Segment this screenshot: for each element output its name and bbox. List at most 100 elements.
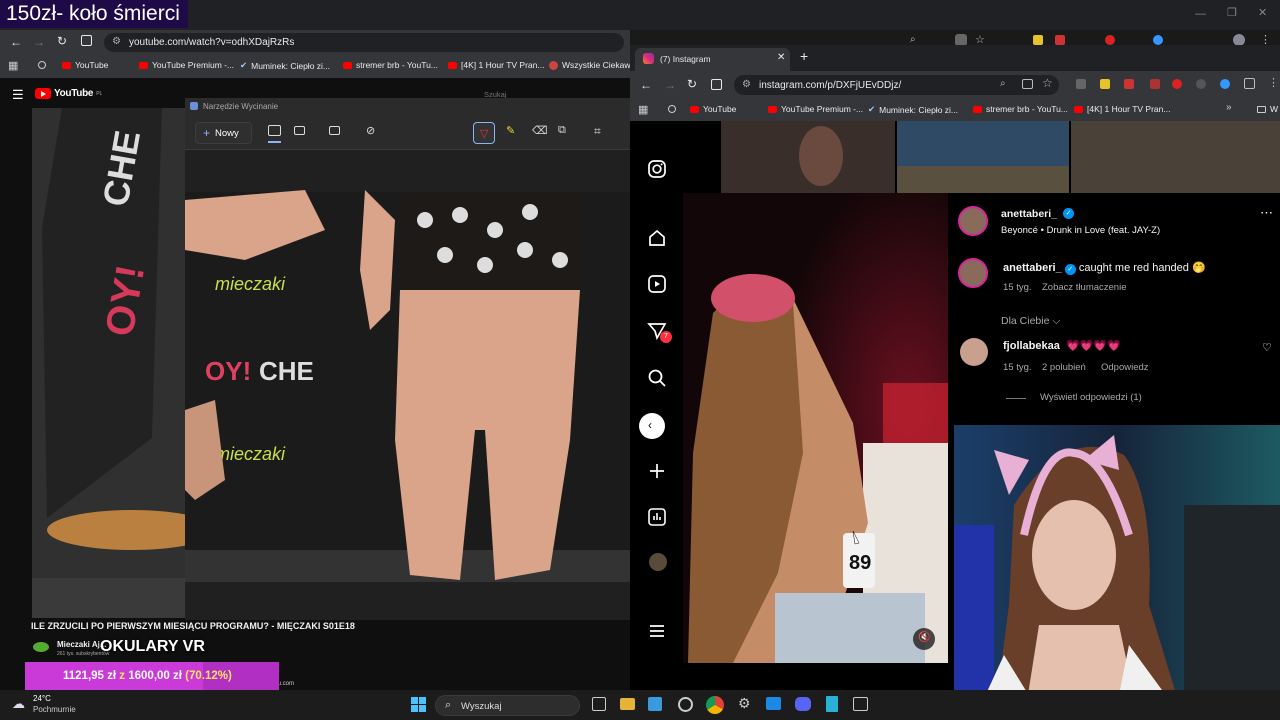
view-replies-link[interactable]: Wyświetl odpowiedzi (1): [1040, 392, 1142, 403]
reply-button[interactable]: Odpowiedz: [1101, 362, 1149, 373]
channel-avatar[interactable]: [33, 642, 49, 652]
extension-icon[interactable]: [1172, 79, 1182, 89]
comment-likes[interactable]: 2 polubień: [1042, 362, 1086, 373]
right-bookmark-folder[interactable]: W: [1257, 104, 1278, 114]
discord-icon[interactable]: [795, 697, 811, 711]
extension-icon[interactable]: [1150, 79, 1160, 89]
windows-start-icon[interactable]: [411, 697, 427, 713]
instagram-logo-icon[interactable]: [647, 159, 667, 179]
profile-avatar[interactable]: [649, 553, 667, 571]
reels-icon[interactable]: [647, 274, 667, 294]
youtube-logo[interactable]: YouTube PL: [35, 88, 102, 99]
author-avatar[interactable]: [958, 206, 988, 236]
left-bookmark-4k[interactable]: [4K] 1 Hour TV Pran...: [448, 60, 544, 70]
install-app-icon[interactable]: [1022, 79, 1033, 89]
extension-icon[interactable]: [1124, 79, 1134, 89]
menu-kebab-icon[interactable]: ⋮: [1268, 76, 1279, 89]
instagram-post-video[interactable]: 89 🔇: [683, 193, 948, 663]
audio-track[interactable]: Beyoncé • Drunk in Love (feat. JAY-Z): [1001, 225, 1160, 236]
eraser-icon[interactable]: ⌫: [532, 124, 548, 137]
site-info-icon[interactable]: ⚙: [112, 36, 121, 47]
search-icon[interactable]: [647, 368, 667, 388]
right-bookmark-premium[interactable]: YouTube Premium -...: [768, 104, 863, 114]
extension-icon[interactable]: [1100, 79, 1110, 89]
author-username[interactable]: anettaberi_: [1001, 208, 1057, 220]
right-bookmark-brb[interactable]: stremer brb - YouTu...: [973, 104, 1068, 114]
back-icon[interactable]: ←: [640, 78, 652, 92]
extension-icon[interactable]: [1105, 35, 1115, 45]
video-mode-icon[interactable]: [294, 126, 305, 135]
settings-gear-icon[interactable]: ⚙: [738, 695, 751, 712]
extension-icon[interactable]: [1153, 35, 1163, 45]
hamburger-menu-icon[interactable]: ☰: [12, 87, 24, 103]
comment-filter-dropdown[interactable]: Dla Ciebie ⌵: [1001, 315, 1060, 328]
notepad-icon[interactable]: [826, 696, 838, 712]
bookmark-favicon-icon[interactable]: [38, 61, 46, 69]
screenshot-mode-icon[interactable]: [268, 125, 281, 136]
task-view-icon[interactable]: [592, 697, 606, 711]
mute-button[interactable]: 🔇: [913, 628, 935, 650]
home-icon[interactable]: [647, 228, 667, 248]
create-icon[interactable]: [647, 461, 667, 481]
extensions-puzzle-icon[interactable]: [1244, 78, 1255, 89]
close-tab-icon[interactable]: ✕: [777, 52, 785, 63]
left-bookmark-brb[interactable]: stremer brb - YouTu...: [343, 60, 438, 70]
taskbar-search-box[interactable]: ⌕ Wyszukaj: [435, 695, 580, 716]
maximize-icon[interactable]: ❐: [1227, 6, 1237, 19]
extension-icon[interactable]: [1196, 79, 1206, 89]
tab-instagram[interactable]: (7) Instagram ✕: [635, 48, 790, 71]
shapes-icon[interactable]: ⧉: [558, 124, 566, 137]
site-info-icon[interactable]: ⚙: [742, 79, 751, 90]
store-icon[interactable]: [648, 697, 662, 711]
new-tab-icon[interactable]: +: [800, 48, 808, 64]
right-bookmark-muminek[interactable]: ✔ Muminek: Ciepło zi...: [868, 104, 958, 115]
left-bookmark-premium[interactable]: YouTube Premium -...: [139, 60, 234, 70]
delay-dropdown-icon[interactable]: ⊘: [366, 124, 375, 137]
dashboard-icon[interactable]: [647, 507, 667, 527]
snipping-tool-taskbar-icon[interactable]: [853, 697, 868, 711]
new-snip-button[interactable]: + Nowy: [195, 122, 252, 144]
obs-icon[interactable]: [678, 697, 693, 712]
right-address-bar[interactable]: ⚙ instagram.com/p/DXFjUEvDDjz/: [734, 75, 1059, 95]
back-icon[interactable]: ←: [10, 35, 22, 49]
forward-icon[interactable]: →: [33, 35, 45, 49]
left-bookmark-youtube[interactable]: YouTube: [62, 60, 108, 70]
close-window-icon[interactable]: ✕: [1258, 6, 1267, 19]
snip-shape-dropdown-icon[interactable]: [329, 126, 340, 135]
left-address-bar[interactable]: ⚙ youtube.com/watch?v=odhXDajRzRs: [104, 33, 624, 52]
reload-icon[interactable]: ↻: [57, 34, 67, 48]
pen-tool-button[interactable]: ▽: [473, 122, 495, 144]
left-bookmark-ciekawe[interactable]: Wszystkie Ciekawe...: [549, 60, 642, 70]
chrome-icon[interactable]: [706, 696, 724, 714]
bookmark-favicon-icon[interactable]: [668, 105, 676, 113]
zoom-icon[interactable]: ⌕: [910, 34, 916, 45]
extension-icon[interactable]: [1055, 35, 1065, 45]
reload-icon[interactable]: ↻: [687, 77, 697, 91]
zoom-icon[interactable]: ⌕: [1000, 78, 1006, 89]
extension-icon[interactable]: [1220, 79, 1230, 89]
left-bookmark-muminek[interactable]: ✔ Muminek: Ciepło zi...: [240, 60, 330, 71]
highlighter-icon[interactable]: ✎: [506, 124, 515, 137]
apps-grid-icon[interactable]: ▦: [638, 103, 648, 116]
app-icon[interactable]: [766, 697, 781, 710]
like-comment-heart-icon[interactable]: ♡: [1262, 341, 1272, 354]
file-explorer-icon[interactable]: [620, 698, 635, 710]
apps-grid-icon[interactable]: ▦: [8, 59, 18, 72]
see-translation-link[interactable]: Zobacz tłumaczenie: [1042, 282, 1126, 293]
split-view-icon[interactable]: [81, 35, 92, 46]
post-options-icon[interactable]: ⋯: [1260, 205, 1273, 221]
previous-post-button[interactable]: ‹: [639, 413, 665, 439]
minimize-icon[interactable]: —: [1195, 8, 1206, 20]
right-bookmark-youtube[interactable]: YouTube: [690, 104, 736, 114]
more-bookmarks-icon[interactable]: »: [1226, 102, 1232, 113]
comment-author[interactable]: fjollabekaa: [1003, 340, 1060, 352]
forward-icon[interactable]: →: [664, 78, 676, 92]
extension-icon[interactable]: [1076, 79, 1086, 89]
more-menu-icon[interactable]: [647, 621, 667, 641]
caption-author-avatar[interactable]: [958, 258, 988, 288]
bookmark-star-icon[interactable]: ☆: [1042, 76, 1053, 90]
right-bookmark-4k[interactable]: [4K] 1 Hour TV Pran...: [1074, 104, 1170, 114]
extension-icon[interactable]: [1033, 35, 1043, 45]
commenter-avatar[interactable]: [960, 338, 988, 366]
crop-icon[interactable]: ⌗: [594, 124, 601, 139]
